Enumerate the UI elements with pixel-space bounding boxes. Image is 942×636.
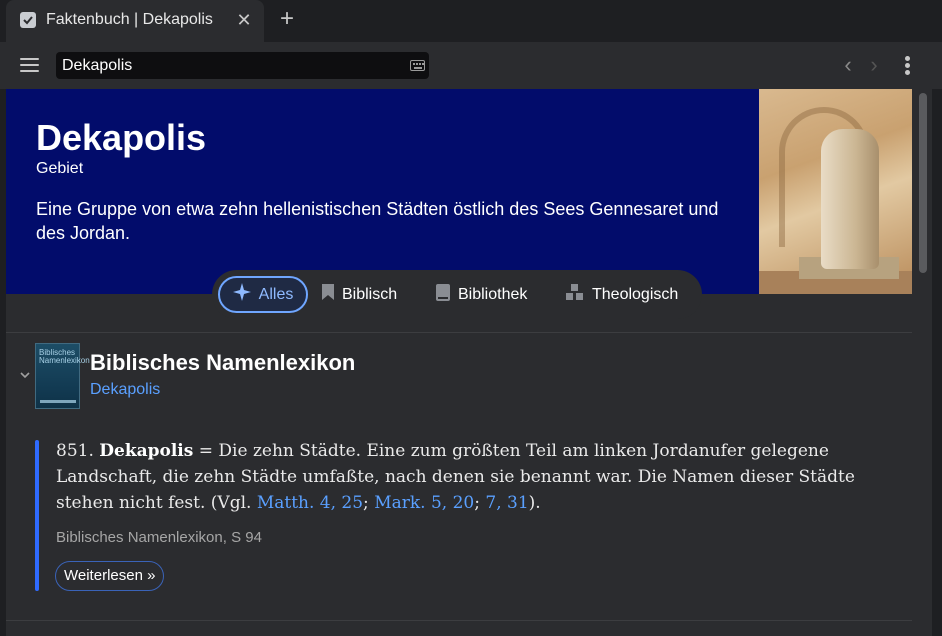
filter-all[interactable]: Alles xyxy=(218,276,308,313)
resource-link[interactable]: Dekapolis xyxy=(90,381,160,399)
scrollbar[interactable] xyxy=(916,89,932,636)
entry-text: 851. Dekapolis = Die zehn Städte. Eine z… xyxy=(56,438,876,516)
ref-link[interactable]: Mark. 5, 20 xyxy=(374,493,474,513)
page-description: Eine Gruppe von etwa zehn hellenistische… xyxy=(36,199,719,243)
browser-tab[interactable]: Faktenbuch | Dekapolis ✕ xyxy=(6,0,264,42)
hero-banner: Dekapolis Gebiet Eine Gruppe von etwa ze… xyxy=(6,89,912,294)
bookmark-icon xyxy=(322,284,334,305)
filter-bar: Alles Biblisch Bibliothek Theologisch xyxy=(212,270,702,319)
blocks-icon xyxy=(566,284,584,305)
ref-separator: ; xyxy=(474,493,480,513)
search-input[interactable] xyxy=(62,55,402,76)
back-chevron-icon[interactable]: ‹ xyxy=(838,54,858,78)
book-cover[interactable]: Biblisches Namenlexikon xyxy=(35,343,90,409)
book-cover-title: Biblisches Namenlexikon xyxy=(39,348,90,365)
keyboard-icon[interactable] xyxy=(410,60,425,71)
ref-separator: ; xyxy=(363,493,369,513)
divider xyxy=(6,620,912,621)
sparkle-icon xyxy=(232,283,251,306)
entry-number: 851. xyxy=(56,441,94,461)
new-tab-button[interactable]: + xyxy=(274,7,300,33)
book-icon xyxy=(436,283,450,306)
filter-theological[interactable]: Theologisch xyxy=(566,276,678,313)
tab-title: Faktenbuch | Dekapolis xyxy=(46,11,213,28)
entry-accent-bar xyxy=(35,440,39,591)
forward-chevron-icon[interactable]: › xyxy=(864,54,884,78)
tab-strip: Faktenbuch | Dekapolis ✕ + xyxy=(0,0,942,42)
page-content: Dekapolis Gebiet Eine Gruppe von etwa ze… xyxy=(6,89,932,636)
filter-label: Bibliothek xyxy=(458,285,528,303)
divider xyxy=(6,332,912,333)
resource-title: Biblisches Namenlexikon xyxy=(90,350,356,375)
tab-close-icon[interactable]: ✕ xyxy=(232,8,256,32)
filter-label: Theologisch xyxy=(592,285,679,303)
entry-term: Dekapolis xyxy=(99,441,194,461)
page-title: Dekapolis xyxy=(36,117,207,158)
filter-library[interactable]: Bibliothek xyxy=(436,276,527,313)
ref-link[interactable]: 7, 31 xyxy=(485,493,528,513)
checkbox-favicon-icon xyxy=(20,12,36,28)
hamburger-menu-icon[interactable] xyxy=(20,56,40,74)
filter-label: Biblisch xyxy=(342,285,398,303)
ref-link[interactable]: Matth. 4, 25 xyxy=(257,493,363,513)
entry-equals: = xyxy=(198,441,213,461)
search-box xyxy=(56,52,429,79)
chevron-down-icon[interactable] xyxy=(19,368,33,382)
filter-label: Alles xyxy=(258,285,294,303)
more-options-icon[interactable] xyxy=(904,55,912,77)
read-more-button[interactable]: Weiterlesen » xyxy=(55,561,165,591)
toolbar: ‹ › xyxy=(0,42,942,89)
entry-source: Biblisches Namenlexikon, S 94 xyxy=(56,529,262,546)
entry-close: ). xyxy=(528,493,541,513)
filter-biblical[interactable]: Biblisch xyxy=(322,276,397,313)
statue-image xyxy=(759,89,912,294)
scrollbar-thumb[interactable] xyxy=(919,93,927,273)
page-subtitle: Gebiet xyxy=(36,160,84,177)
